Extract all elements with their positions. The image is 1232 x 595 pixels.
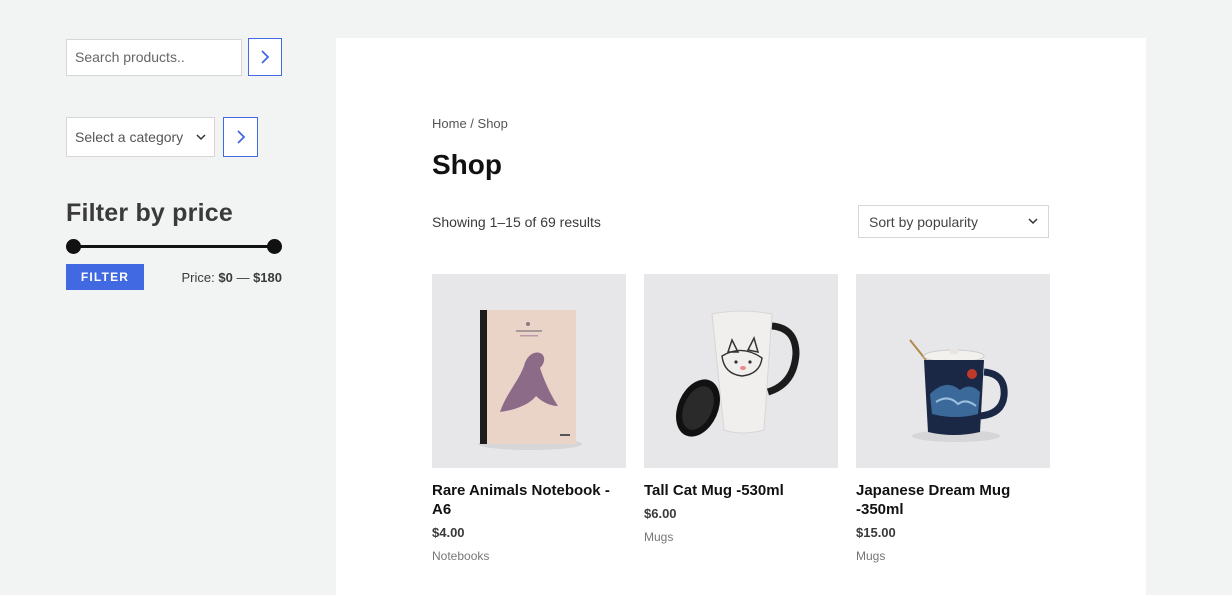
search-input[interactable] xyxy=(66,38,242,76)
breadcrumb-separator: / xyxy=(466,116,478,131)
price-range-slider[interactable] xyxy=(66,238,282,254)
sort-select-value: Sort by popularity xyxy=(869,213,978,230)
product-title[interactable]: Rare Animals Notebook - A6 xyxy=(432,481,626,519)
shop-toolbar: Showing 1–15 of 69 results Sort by popul… xyxy=(432,205,1049,238)
product-price: $4.00 xyxy=(432,525,465,540)
price-separator: — xyxy=(232,269,254,285)
breadcrumb-current: Shop xyxy=(477,116,508,131)
category-submit-button[interactable] xyxy=(223,117,258,157)
category-row: Select a category xyxy=(66,117,282,157)
price-range-label: Price: $0 — $180 xyxy=(182,270,282,285)
result-count: Showing 1–15 of 69 results xyxy=(432,213,601,230)
product-card[interactable]: Tall Cat Mug -530ml $6.00 Mugs xyxy=(644,274,838,563)
price-slider-min-handle[interactable] xyxy=(66,239,81,254)
product-title[interactable]: Tall Cat Mug -530ml xyxy=(644,481,838,500)
breadcrumb-home[interactable]: Home xyxy=(432,116,467,131)
product-category[interactable]: Mugs xyxy=(644,530,838,544)
main-panel: Home / Shop Shop Showing 1–15 of 69 resu… xyxy=(336,38,1146,595)
price-min: $0 xyxy=(218,269,233,285)
product-price: $15.00 xyxy=(856,525,896,540)
filter-by-price-heading: Filter by price xyxy=(66,199,233,227)
cat-mug-image xyxy=(644,274,838,468)
filter-row: FILTER Price: $0 — $180 xyxy=(66,264,282,290)
product-image-japanese-mug[interactable] xyxy=(856,274,1050,468)
product-title[interactable]: Japanese Dream Mug -350ml xyxy=(856,481,1050,519)
category-select[interactable]: Select a category xyxy=(66,117,215,157)
shop-content: Home / Shop Shop Showing 1–15 of 69 resu… xyxy=(432,116,1050,563)
chevron-right-icon xyxy=(261,50,270,64)
price-prefix: Price: xyxy=(181,269,215,285)
breadcrumb: Home / Shop xyxy=(432,116,1049,131)
product-image-cat-mug[interactable] xyxy=(644,274,838,468)
chevron-down-icon xyxy=(1028,218,1038,225)
product-card[interactable]: Rare Animals Notebook - A6 $4.00 Noteboo… xyxy=(432,274,626,563)
price-max: $180 xyxy=(253,269,282,285)
product-card[interactable]: Japanese Dream Mug -350ml $15.00 Mugs xyxy=(856,274,1050,563)
product-category[interactable]: Mugs xyxy=(856,549,1050,563)
chevron-right-icon xyxy=(236,130,245,144)
product-image-notebook[interactable] xyxy=(432,274,626,468)
product-grid: Rare Animals Notebook - A6 $4.00 Noteboo… xyxy=(432,274,1050,563)
price-slider-max-handle[interactable] xyxy=(267,239,282,254)
sidebar: Select a category Filter by price FILTER… xyxy=(66,38,282,290)
page-title: Shop xyxy=(432,149,502,180)
search-submit-button[interactable] xyxy=(248,38,282,76)
japanese-mug-image xyxy=(856,274,1050,468)
price-slider-track xyxy=(72,245,276,248)
category-select-value: Select a category xyxy=(75,129,184,145)
sort-select[interactable]: Sort by popularity xyxy=(858,205,1049,238)
search-row xyxy=(66,38,282,76)
filter-button[interactable]: FILTER xyxy=(66,264,144,290)
chevron-down-icon xyxy=(196,133,206,140)
product-category[interactable]: Notebooks xyxy=(432,549,626,563)
product-price: $6.00 xyxy=(644,506,677,521)
notebook-image xyxy=(432,274,626,468)
